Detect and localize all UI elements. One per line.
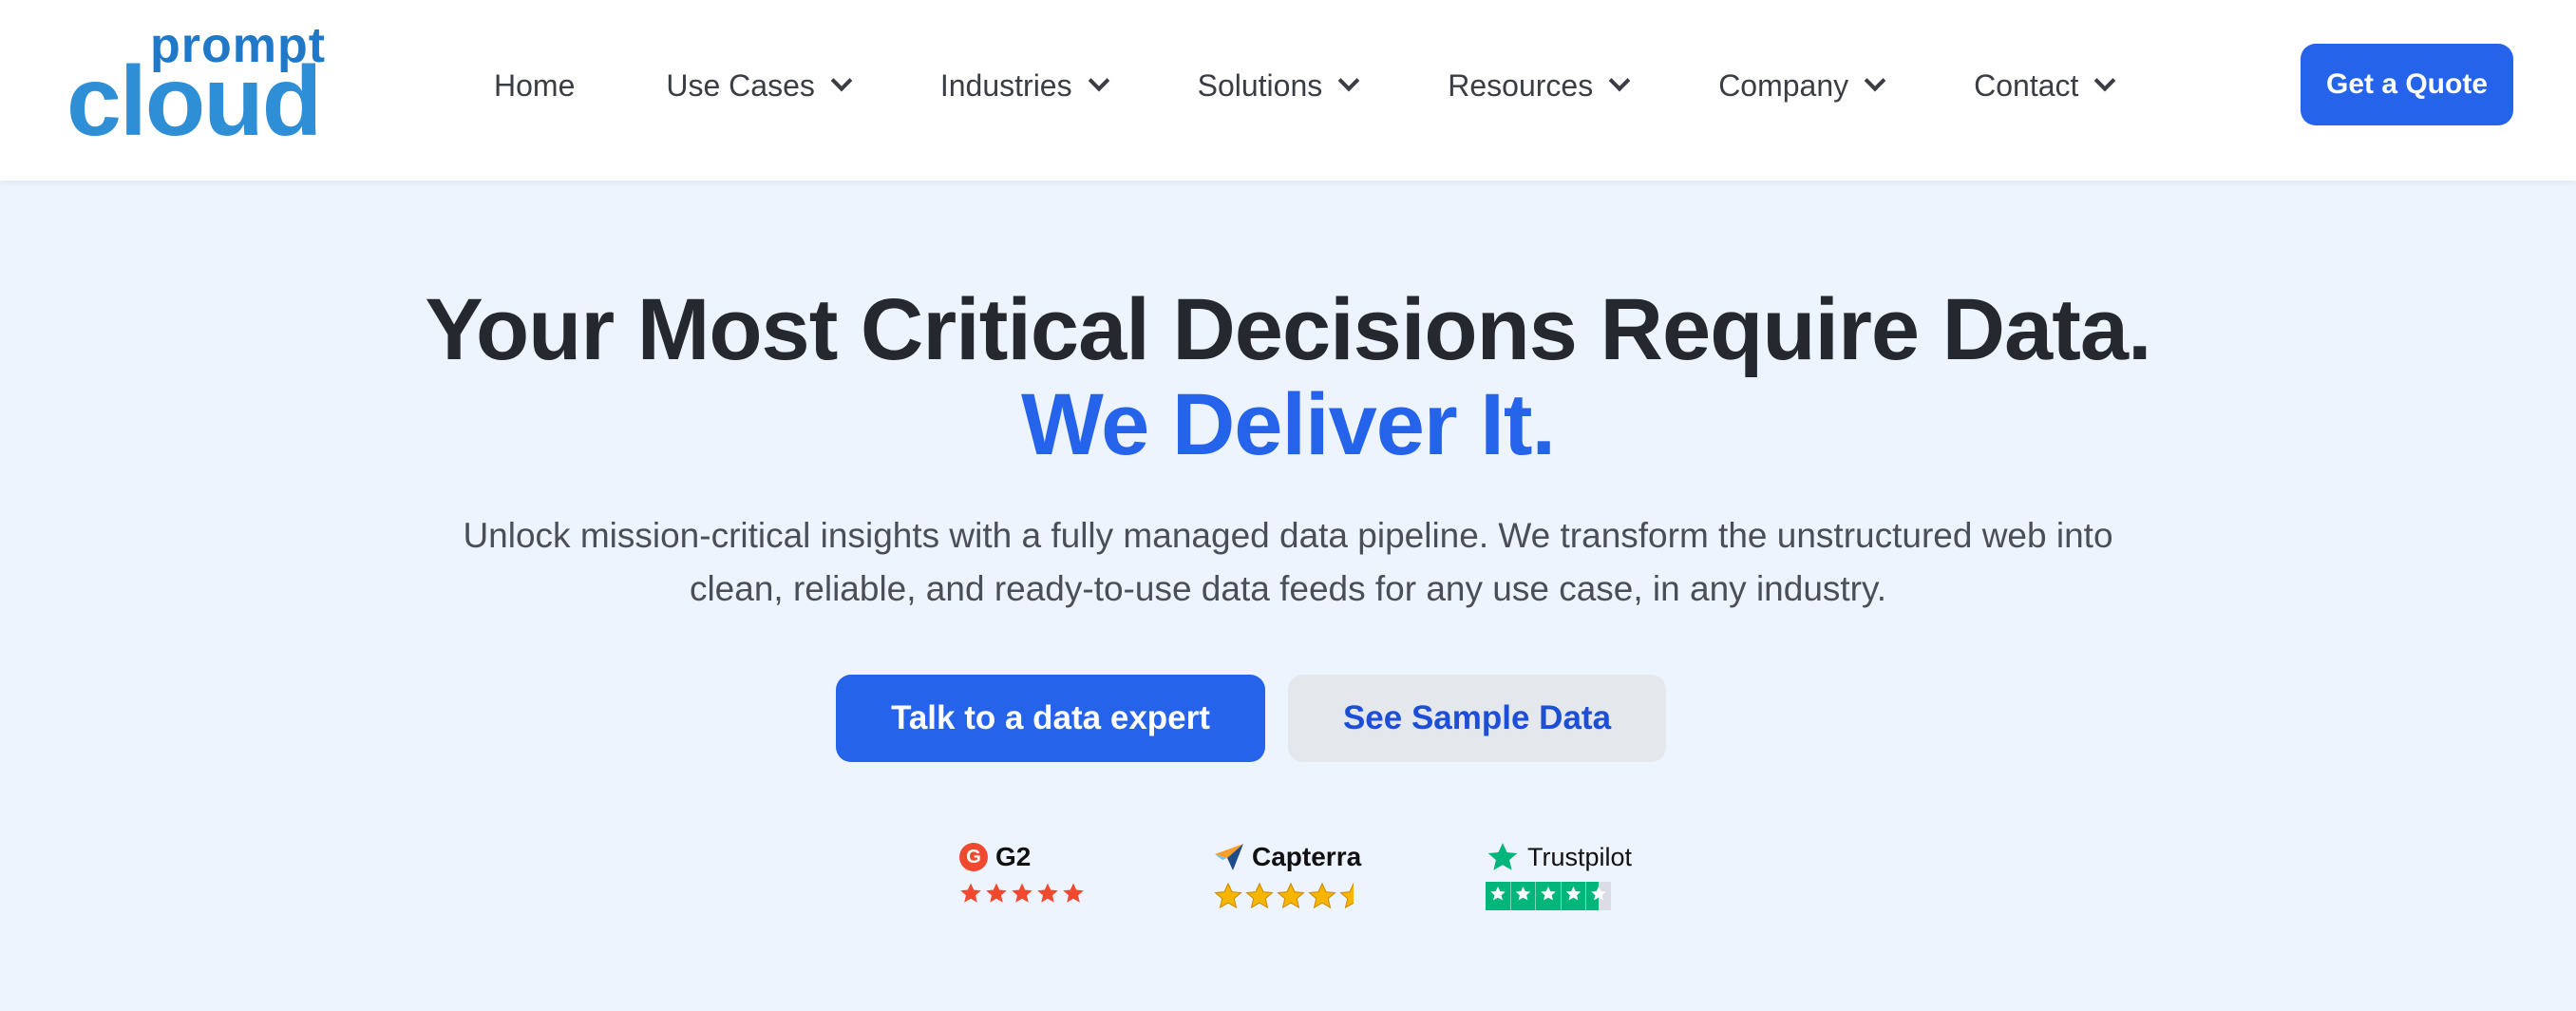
star-icon	[1214, 882, 1242, 909]
see-sample-data-button[interactable]: See Sample Data	[1288, 675, 1666, 762]
half-star-icon	[1339, 882, 1354, 909]
nav-item-use-cases[interactable]: Use Cases	[666, 67, 853, 104]
trustpilot-star-icon	[1487, 843, 1518, 870]
chevron-down-icon	[1608, 69, 1631, 92]
site-header: prompt cloud Home Use Cases Industries S…	[0, 0, 2576, 181]
capterra-logo-icon	[1215, 844, 1243, 870]
get-a-quote-button[interactable]: Get a Quote	[2301, 44, 2513, 125]
star-rating	[1486, 882, 1647, 910]
star-rating	[1214, 882, 1375, 910]
nav-item-industries[interactable]: Industries	[939, 67, 1109, 104]
star-icon	[960, 883, 981, 903]
nav-item-company[interactable]: Company	[1718, 67, 1886, 104]
nav-label: Solutions	[1197, 67, 1323, 103]
nav-label: Contact	[1974, 67, 2079, 103]
trustpilot-stars-icon	[1486, 882, 1611, 910]
nav-item-solutions[interactable]: Solutions	[1197, 67, 1360, 104]
star-icon	[1245, 882, 1274, 909]
logo-word-cloud: cloud	[66, 47, 322, 157]
promptcloud-logo[interactable]: prompt cloud	[66, 17, 351, 157]
rating-capterra[interactable]: Capterra	[1214, 840, 1375, 916]
star-icon	[1012, 883, 1032, 903]
chevron-down-icon	[2094, 69, 2116, 92]
chevron-down-icon	[1864, 69, 1886, 92]
chevron-down-icon	[830, 69, 853, 92]
hero-title: Your Most Critical Decisions Require Dat…	[425, 281, 2151, 378]
rating-g2[interactable]: G G2	[959, 840, 1102, 916]
chevron-down-icon	[1088, 69, 1109, 92]
nav-label: Company	[1718, 67, 1849, 103]
nav-item-home[interactable]: Home	[494, 68, 575, 104]
star-rating	[959, 882, 1102, 905]
hero-subtitle-line-1: Unlock mission-critical insights with a …	[463, 516, 2113, 555]
main-nav: Home Use Cases Industries Solutions Reso…	[494, 55, 2116, 116]
star-icon	[1277, 882, 1305, 909]
hero-subtitle: Unlock mission-critical insights with a …	[338, 509, 2238, 616]
nav-item-resources[interactable]: Resources	[1448, 67, 1631, 104]
hero-subtitle-line-2: clean, reliable, and ready-to-use data f…	[689, 569, 1887, 608]
star-icon	[1063, 883, 1084, 903]
chevron-down-icon	[1337, 69, 1360, 92]
nav-label: Resources	[1448, 67, 1594, 103]
nav-item-contact[interactable]: Contact	[1974, 67, 2116, 104]
star-icon	[986, 883, 1007, 903]
star-icon	[1037, 883, 1058, 903]
star-icon	[1308, 882, 1336, 909]
nav-label: Use Cases	[666, 67, 815, 103]
nav-label: Home	[494, 67, 576, 103]
rating-brand: G2	[995, 842, 1032, 871]
rating-trustpilot[interactable]: Trustpilot	[1486, 840, 1647, 916]
rating-brand: Trustpilot	[1527, 842, 1633, 871]
g2-logo-icon: G	[959, 843, 988, 871]
nav-label: Industries	[939, 67, 1072, 103]
hero-title-accent: We Deliver It.	[1020, 376, 1556, 473]
talk-to-expert-button[interactable]: Talk to a data expert	[836, 675, 1265, 762]
rating-brand: Capterra	[1252, 842, 1362, 871]
